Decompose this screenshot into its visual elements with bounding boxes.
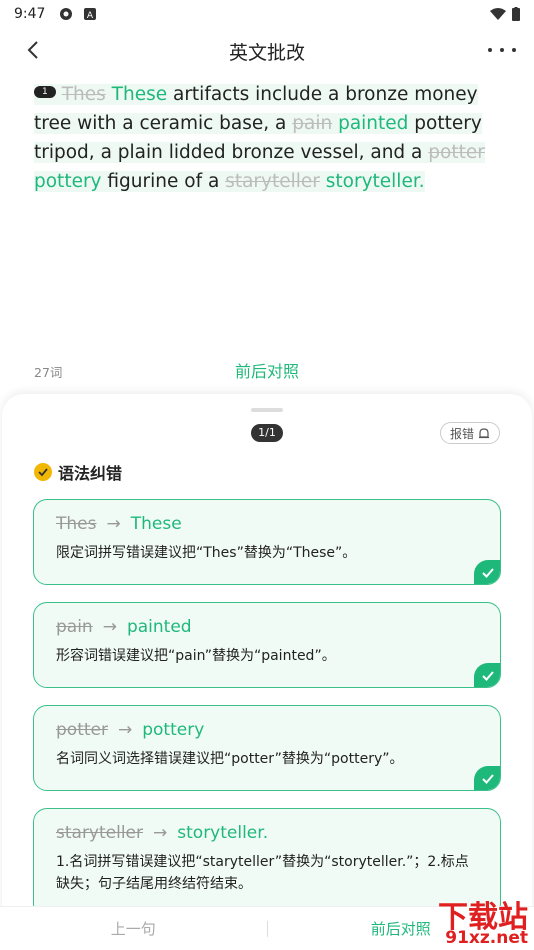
sheet-drag-handle[interactable] <box>251 408 283 412</box>
sentence-text: figurine of a <box>101 171 226 192</box>
page-indicator: 1/1 <box>251 424 283 442</box>
watermark-url: 91xz.net <box>445 928 528 948</box>
keyboard-notification-icon: A <box>84 8 97 21</box>
original-word: potter <box>56 720 108 740</box>
correction-description: 名词同义词选择错误建议把“potter”替换为“pottery”。 <box>56 751 404 767</box>
app-header: 英文批改 <box>0 28 534 74</box>
section-title: 语法纠错 <box>34 460 122 484</box>
correction-card[interactable]: Thes → These 限定词拼写错误建议把“Thes”替换为“These”。 <box>33 499 501 585</box>
wifi-icon <box>490 8 506 20</box>
corrected-word: pottery <box>142 720 205 740</box>
check-icon[interactable] <box>474 560 500 584</box>
arrow-right-icon: → <box>102 617 117 637</box>
alarm-icon <box>479 428 489 439</box>
correction-description: 限定词拼写错误建议把“Thes”替换为“These”。 <box>56 545 357 561</box>
status-bar: 9:47 A <box>0 0 534 28</box>
corrected-word: pottery <box>34 171 102 192</box>
report-label: 报错 <box>449 426 474 441</box>
original-word: staryteller <box>225 171 320 192</box>
compare-toggle[interactable]: 前后对照 <box>0 358 534 382</box>
report-error-button[interactable]: 报错 <box>440 422 500 444</box>
correction-description: 形容词错误建议把“pain”替换为“painted”。 <box>56 648 336 664</box>
more-options-icon[interactable] <box>488 38 516 62</box>
sentence-badge: 1 <box>34 86 56 98</box>
essay-text-area: 1 Thes These artifacts include a bronze m… <box>0 74 534 344</box>
check-icon[interactable] <box>474 766 500 790</box>
corrected-word: storyteller. <box>177 823 269 843</box>
app-notification-icon <box>60 8 73 20</box>
previous-sentence-button[interactable]: 上一句 <box>0 918 267 939</box>
original-word: pain <box>56 617 93 637</box>
correction-card[interactable]: pain → painted 形容词错误建议把“pain”替换为“painted”。 <box>33 602 501 688</box>
correction-description: 1.名词拼写错误建议把“staryteller”替换为“storyteller.… <box>56 854 469 892</box>
corrected-word: These <box>111 84 168 105</box>
original-word: Thes <box>56 514 97 534</box>
battery-icon <box>512 7 520 21</box>
svg-text:A: A <box>87 11 94 21</box>
grammar-check-icon <box>34 463 52 481</box>
corrections-sheet: 1/1 报错 语法纠错 Thes → These 限定词拼写错误建议把“Thes”替… <box>2 394 532 950</box>
original-word: potter <box>428 142 485 163</box>
status-time: 9:47 <box>14 6 46 22</box>
sentence-1[interactable]: 1 Thes These artifacts include a bronze m… <box>34 84 485 192</box>
page-title: 英文批改 <box>228 41 305 64</box>
corrected-word: storyteller. <box>325 171 425 192</box>
meta-row: 27词 前后对照 <box>0 358 534 382</box>
watermark-logo: 下载站 91xz.net <box>398 892 528 948</box>
original-word: pain <box>292 113 333 134</box>
corrected-word: painted <box>126 617 192 637</box>
original-word: Thes <box>61 84 106 105</box>
correction-card[interactable]: potter → pottery 名词同义词选择错误建议把“potter”替换为“p… <box>33 705 501 791</box>
corrected-word: painted <box>338 113 409 134</box>
arrow-right-icon: → <box>153 823 168 843</box>
corrected-word: These <box>130 514 182 534</box>
check-icon[interactable] <box>474 663 500 687</box>
back-arrow-icon[interactable] <box>22 38 46 62</box>
arrow-right-icon: → <box>117 720 133 740</box>
arrow-right-icon: → <box>106 514 121 534</box>
original-word: staryteller <box>56 823 144 843</box>
section-title-label: 语法纠错 <box>58 464 123 483</box>
